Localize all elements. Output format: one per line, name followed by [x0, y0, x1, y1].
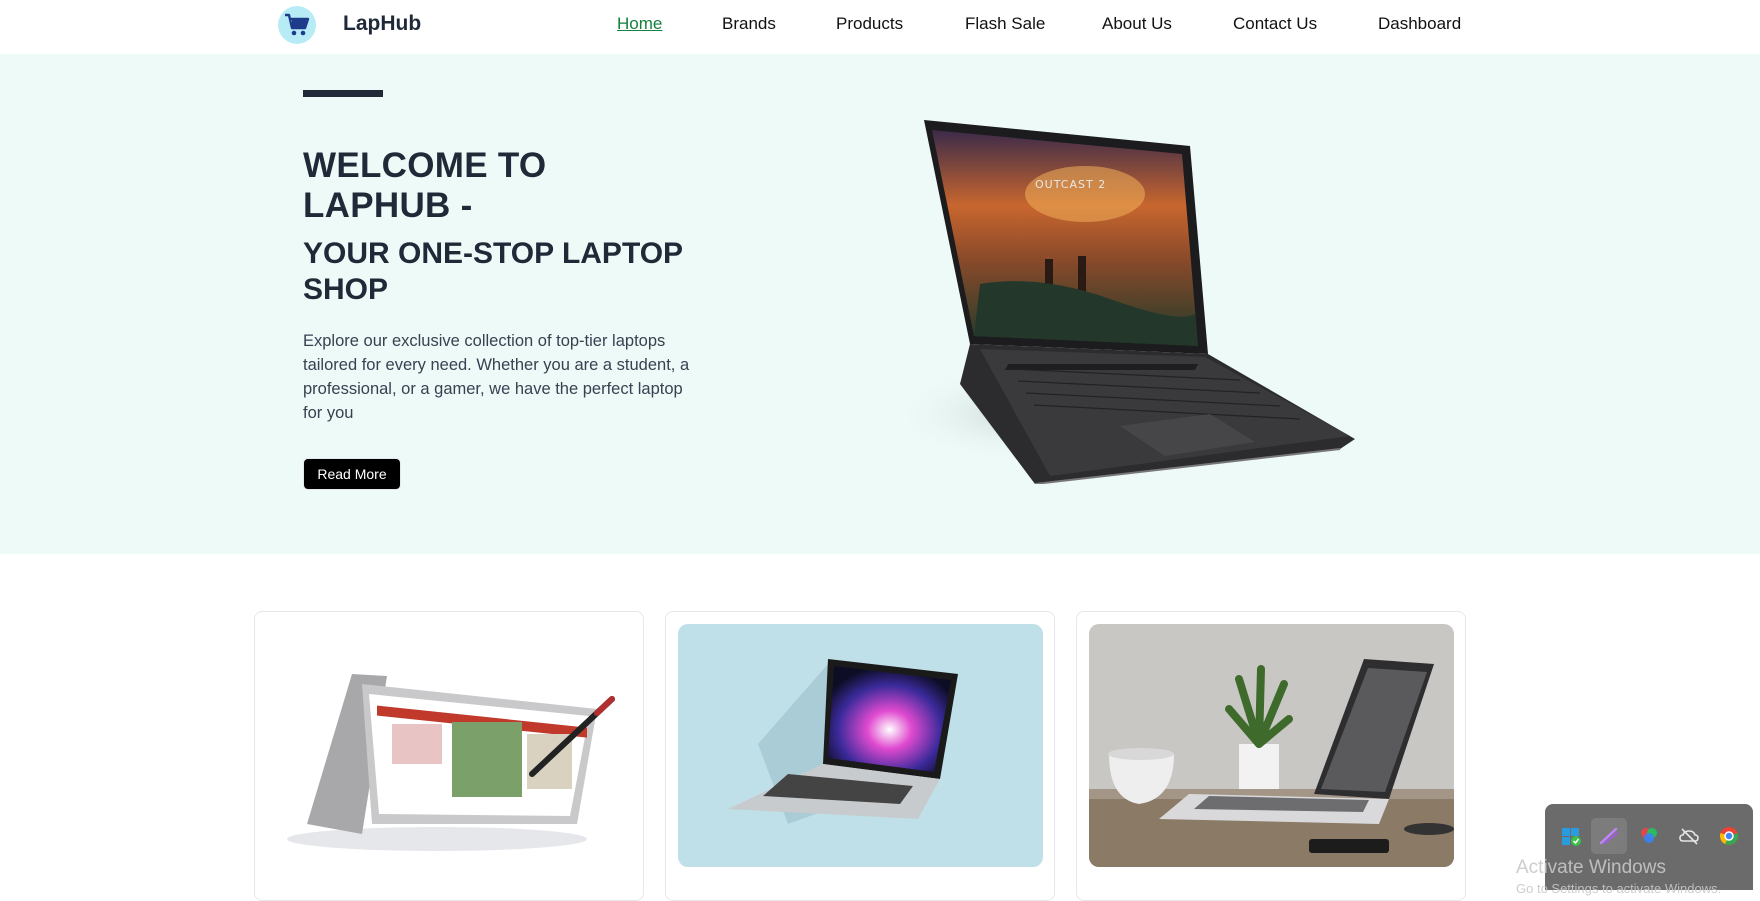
shopping-cart-icon[interactable]: [278, 6, 316, 44]
cloud-off-icon[interactable]: [1671, 818, 1707, 854]
chrome-icon[interactable]: [1711, 818, 1747, 854]
nav-link-home[interactable]: Home: [617, 14, 662, 34]
brand-name[interactable]: LapHub: [343, 12, 421, 36]
activate-windows-watermark: Activate Windows: [1516, 857, 1666, 878]
laptop-on-desk-with-plant-image: [1089, 624, 1454, 867]
hero-subtitle-line1: YOUR ONE-STOP LAPTOP: [303, 237, 684, 270]
hero-subtitle-line2: SHOP: [303, 273, 389, 306]
defender-icon[interactable]: [1553, 818, 1589, 854]
hero-description: Explore our exclusive collection of top-…: [303, 332, 690, 422]
hero-subtitle: YOUR ONE-STOP LAPTOP SHOP: [303, 236, 723, 308]
product-card[interactable]: [665, 611, 1055, 901]
read-more-button[interactable]: Read More: [303, 458, 401, 490]
hero-title: WELCOME TO LAPHUB -: [303, 146, 723, 226]
nav-link-brands[interactable]: Brands: [722, 14, 776, 34]
hero-title-line1: WELCOME TO: [303, 146, 547, 185]
hero-accent-bar: [303, 90, 383, 97]
svg-text:OUTCAST 2: OUTCAST 2: [1035, 178, 1106, 191]
silver-laptop-on-blue-image: [678, 624, 1043, 867]
pen-icon[interactable]: [1591, 818, 1627, 854]
top-navbar: LapHub Home Brands Products Flash Sale A…: [0, 0, 1760, 54]
activate-windows-subtext: Go to Settings to activate Windows.: [1516, 881, 1722, 896]
nav-link-products[interactable]: Products: [836, 14, 903, 34]
nav-link-dashboard[interactable]: Dashboard: [1378, 14, 1461, 34]
nav-link-about-us[interactable]: About Us: [1102, 14, 1172, 34]
product-card[interactable]: [1076, 611, 1466, 901]
nav-link-flash-sale[interactable]: Flash Sale: [965, 14, 1045, 34]
convertible-laptop-with-stylus-image: [267, 624, 632, 867]
color-wheel-icon[interactable]: [1631, 818, 1667, 854]
hero-section: WELCOME TO LAPHUB - YOUR ONE-STOP LAPTOP…: [0, 54, 1760, 554]
gaming-laptop-image: OUTCAST 2: [890, 120, 1355, 484]
product-card[interactable]: [254, 611, 644, 901]
hero-title-line2: LAPHUB -: [303, 186, 473, 225]
nav-link-contact-us[interactable]: Contact Us: [1233, 14, 1317, 34]
